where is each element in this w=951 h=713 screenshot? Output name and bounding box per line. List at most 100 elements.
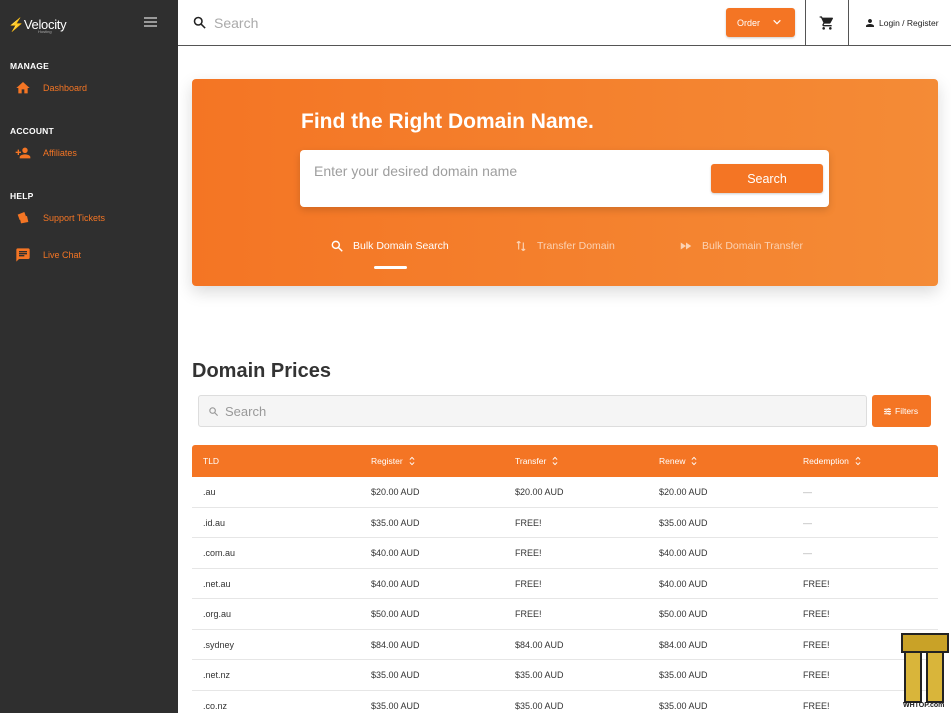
table-cell: .sydney [203,639,235,650]
sidebar-item-dashboard[interactable]: Dashboard [0,75,178,101]
domain-search-hero: Find the Right Domain Name. Search Bulk … [192,79,938,286]
cart-icon[interactable] [819,15,835,31]
table-row: .sydney $84.00 AUD $84.00 AUD $84.00 AUD FRE… [192,629,938,660]
search-icon [209,407,219,417]
table-cell: FREE! [803,700,830,711]
column-redemption[interactable]: Redemption [803,445,862,477]
table-cell: $40.00 AUD [659,578,708,589]
domain-prices-table: TLD Register Transfer Renew Redemption .… [192,445,938,713]
filters-button[interactable]: Filters [872,395,931,427]
search-icon [193,16,206,29]
section-help: HELP [10,191,34,201]
filters-label: Filters [895,406,919,416]
table-cell: .au [203,487,216,497]
table-row: .au $20.00 AUD $20.00 AUD $20.00 AUD — [192,477,938,508]
top-search-input[interactable] [214,8,694,38]
brand: ⚡Velocity Hosting [0,0,178,46]
sidebar-item-label: Live Chat [43,250,82,260]
table-cell: $84.00 AUD [371,639,420,650]
table-cell: $35.00 AUD [515,700,564,711]
domain-input[interactable] [314,158,694,184]
sidebar-item-support-tickets[interactable]: Support Tickets [0,205,178,231]
price-search-input[interactable] [225,400,825,422]
table-cell: FREE! [803,609,830,619]
divider [848,0,849,46]
sort-icon [409,456,415,466]
table-cell: .net.nz [203,670,231,680]
table-cell: $20.00 AUD [659,487,708,497]
table-cell: $40.00 AUD [659,548,708,558]
section-account: ACCOUNT [10,126,54,136]
table-cell: .net.au [203,578,231,589]
fast-forward-icon [680,242,692,250]
domain-prices-title: Domain Prices [192,360,331,382]
sort-icon [855,456,861,466]
user-icon [866,19,874,27]
section-manage: MANAGE [10,61,49,71]
tab-label: Bulk Domain Search [353,240,449,252]
table-row: .co.nz $35.00 AUD $35.00 AUD $35.00 AUD FREE… [192,690,938,713]
search-icon [331,240,343,252]
tab-label: Transfer Domain [537,240,615,252]
table-cell: $35.00 AUD [515,670,564,680]
sidebar-item-label: Affiliates [43,148,77,158]
tab-bulk-domain-transfer[interactable]: Bulk Domain Transfer [679,237,803,255]
table-cell: — [803,487,812,497]
table-cell: $40.00 AUD [371,578,420,589]
chat-icon [16,248,30,262]
table-cell: $35.00 AUD [371,517,420,528]
hero-title: Find the Right Domain Name. [301,110,594,133]
price-search-box [198,395,867,427]
domain-search-button[interactable]: Search [711,164,823,193]
column-transfer[interactable]: Transfer [515,445,559,477]
column-renew[interactable]: Renew [659,445,698,477]
table-cell: $20.00 AUD [371,487,420,497]
transfer-icon [516,240,526,252]
login-label: Login / Register [879,18,939,28]
sidebar-item-label: Dashboard [43,83,88,93]
hamburger-menu-icon[interactable] [144,17,157,27]
tab-transfer-domain[interactable]: Transfer Domain [514,237,615,255]
table-cell: .org.au [203,609,232,619]
home-icon [16,82,30,94]
sidebar-item-affiliates[interactable]: Affiliates [0,140,178,166]
sidebar-item-label: Support Tickets [43,213,106,223]
table-cell: $84.00 AUD [515,639,564,650]
table-cell: FREE! [803,578,830,589]
order-button[interactable]: Order [726,8,795,37]
table-row: .com.au $40.00 AUD FREE! $40.00 AUD — [192,538,938,569]
add-user-icon [15,147,31,159]
table-cell: $84.00 AUD [659,639,708,650]
domain-search-box: Search [300,150,829,207]
table-cell: — [803,548,812,558]
column-tld[interactable]: TLD [203,445,219,477]
topbar: Order Login / Register [178,0,951,46]
divider [805,0,806,46]
table-cell: .com.au [203,548,236,558]
table-cell: $35.00 AUD [659,700,708,711]
tab-label: Bulk Domain Transfer [702,240,803,252]
active-tab-indicator [374,266,407,269]
tab-bulk-domain-search[interactable]: Bulk Domain Search [330,237,449,255]
chevron-down-icon [773,19,781,25]
column-register[interactable]: Register [371,445,416,477]
sidebar-item-live-chat[interactable]: Live Chat [0,242,178,268]
tickets-icon [17,212,29,224]
sidebar: ⚡Velocity Hosting MANAGE Dashboard ACCOU… [0,0,178,713]
login-register-link[interactable]: Login / Register [864,16,939,30]
table-cell: .co.nz [203,700,228,711]
filter-sliders-icon [884,407,891,415]
table-cell: FREE! [515,578,542,589]
brand-sub: Hosting [38,29,52,34]
table-cell: $40.00 AUD [371,548,420,558]
table-row: .net.nz $35.00 AUD $35.00 AUD $35.00 AUD FRE… [192,660,938,691]
table-cell: FREE! [803,670,830,680]
table-cell: $20.00 AUD [515,487,564,497]
table-cell: FREE! [515,548,542,558]
table-row: .net.au $40.00 AUD FREE! $40.00 AUD FREE! [192,568,938,599]
table-cell: .id.au [203,517,226,528]
table-cell: $50.00 AUD [371,609,420,619]
table-cell: $35.00 AUD [371,700,420,711]
table-body: .au $20.00 AUD $20.00 AUD $20.00 AUD — .id.au… [192,477,938,713]
table-cell: $35.00 AUD [659,670,708,680]
